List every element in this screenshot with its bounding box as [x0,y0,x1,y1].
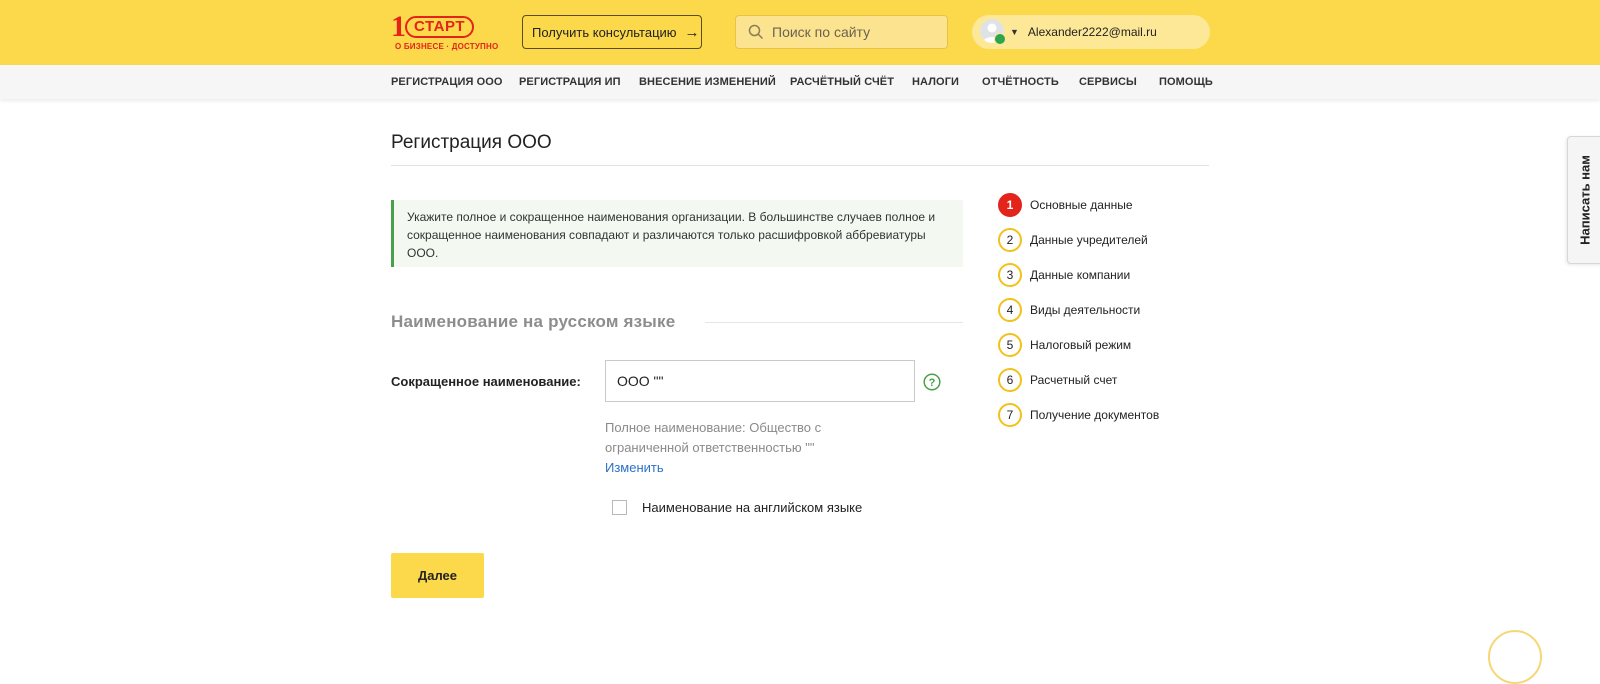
logo-digit: 1 [391,10,406,43]
full-name-preview: Полное наименование: Общество с ограниче… [605,418,845,458]
next-button[interactable]: Далее [391,553,484,598]
arrow-right-icon: → [684,23,700,41]
step-label: Виды деятельности [1030,303,1141,317]
nav-item-changes[interactable]: ВНЕСЕНИЕ ИЗМЕНЕНИЙ [639,76,776,88]
user-email: Alexander2222@mail.ru [1027,25,1157,39]
step-number: 3 [998,263,1022,287]
search-input[interactable] [772,24,942,40]
title-divider [391,165,1209,166]
step-number: 4 [998,298,1022,322]
step-item-documents[interactable]: 7 Получение документов [998,403,1238,427]
step-item-activities[interactable]: 4 Виды деятельности [998,298,1238,322]
section-divider [705,322,963,323]
english-name-checkbox-label[interactable]: Наименование на английском языке [642,500,862,515]
english-name-checkbox[interactable] [612,500,627,515]
help-question-icon[interactable]: ? [923,373,941,391]
svg-text:?: ? [929,377,936,389]
site-search[interactable] [735,15,948,49]
nav-item-taxes[interactable]: НАЛОГИ [912,76,959,88]
hint-box: Укажите полное и сокращенное наименовани… [391,200,963,267]
full-name-line: Полное наименование: Общество с [605,420,822,435]
step-item-bank-account[interactable]: 6 Расчетный счет [998,368,1238,392]
write-to-us-label: Написать нам [1577,155,1593,245]
logo-tagline: О БИЗНЕСЕ · ДОСТУПНО [395,42,499,51]
logo-mark: 1 СТАРТ [391,12,474,42]
full-name-line: ограниченной ответственностью "" [605,440,815,455]
search-icon [748,24,764,40]
write-to-us-tab[interactable]: Написать нам [1567,136,1600,264]
step-number-active: 1 [998,193,1022,217]
step-item-tax-regime[interactable]: 5 Налоговый режим [998,333,1238,357]
step-label: Данные учредителей [1030,233,1148,247]
header-bar: 1 СТАРТ О БИЗНЕСЕ · ДОСТУПНО Получить ко… [0,0,1600,65]
user-menu[interactable]: ▼ Alexander2222@mail.ru [972,15,1210,49]
step-number: 2 [998,228,1022,252]
short-name-label: Сокращенное наименование: [391,374,581,389]
step-item-main-data[interactable]: 1 Основные данные [998,193,1238,217]
logo-pill: СТАРТ [405,16,474,38]
verified-check-icon [994,33,1006,45]
step-number: 6 [998,368,1022,392]
consult-button-label: Получить консультацию [532,24,677,40]
step-label: Расчетный счет [1030,373,1118,387]
logo-1c-start[interactable]: 1 СТАРТ О БИЗНЕСЕ · ДОСТУПНО [391,12,498,54]
hint-line: сокращенное наименования совпадают и раз… [407,228,926,242]
hint-line: Укажите полное и сокращенное наименовани… [407,210,936,224]
step-label: Основные данные [1030,198,1133,212]
nav-item-registration-ooo[interactable]: РЕГИСТРАЦИЯ ООО [391,76,503,88]
nav-item-services[interactable]: СЕРВИСЫ [1079,76,1137,88]
section-heading: Наименование на русском языке [391,312,676,331]
step-number: 7 [998,403,1022,427]
step-label: Налоговый режим [1030,338,1132,352]
nav-item-help[interactable]: ПОМОЩЬ [1159,76,1213,88]
main-nav: РЕГИСТРАЦИЯ ООО РЕГИСТРАЦИЯ ИП ВНЕСЕНИЕ … [0,65,1600,99]
step-item-company[interactable]: 3 Данные компании [998,263,1238,287]
nav-item-reporting[interactable]: ОТЧЁТНОСТЬ [982,76,1059,88]
short-name-input[interactable] [605,360,915,402]
step-item-founders[interactable]: 2 Данные учредителей [998,228,1238,252]
step-label: Получение документов [1030,408,1160,422]
step-label: Данные компании [1030,268,1131,282]
get-consultation-button[interactable]: Получить консультацию → [522,15,702,49]
page-title: Регистрация ООО [391,132,552,153]
nav-item-bank-account[interactable]: РАСЧЁТНЫЙ СЧЁТ [790,76,894,88]
avatar[interactable] [980,19,1006,45]
chat-bubble-button[interactable] [1488,630,1542,684]
chevron-down-icon[interactable]: ▼ [1010,27,1019,37]
nav-item-registration-ip[interactable]: РЕГИСТРАЦИЯ ИП [519,76,621,88]
hint-line: ООО. [407,246,439,260]
step-number: 5 [998,333,1022,357]
change-full-name-link[interactable]: Изменить [605,460,664,475]
